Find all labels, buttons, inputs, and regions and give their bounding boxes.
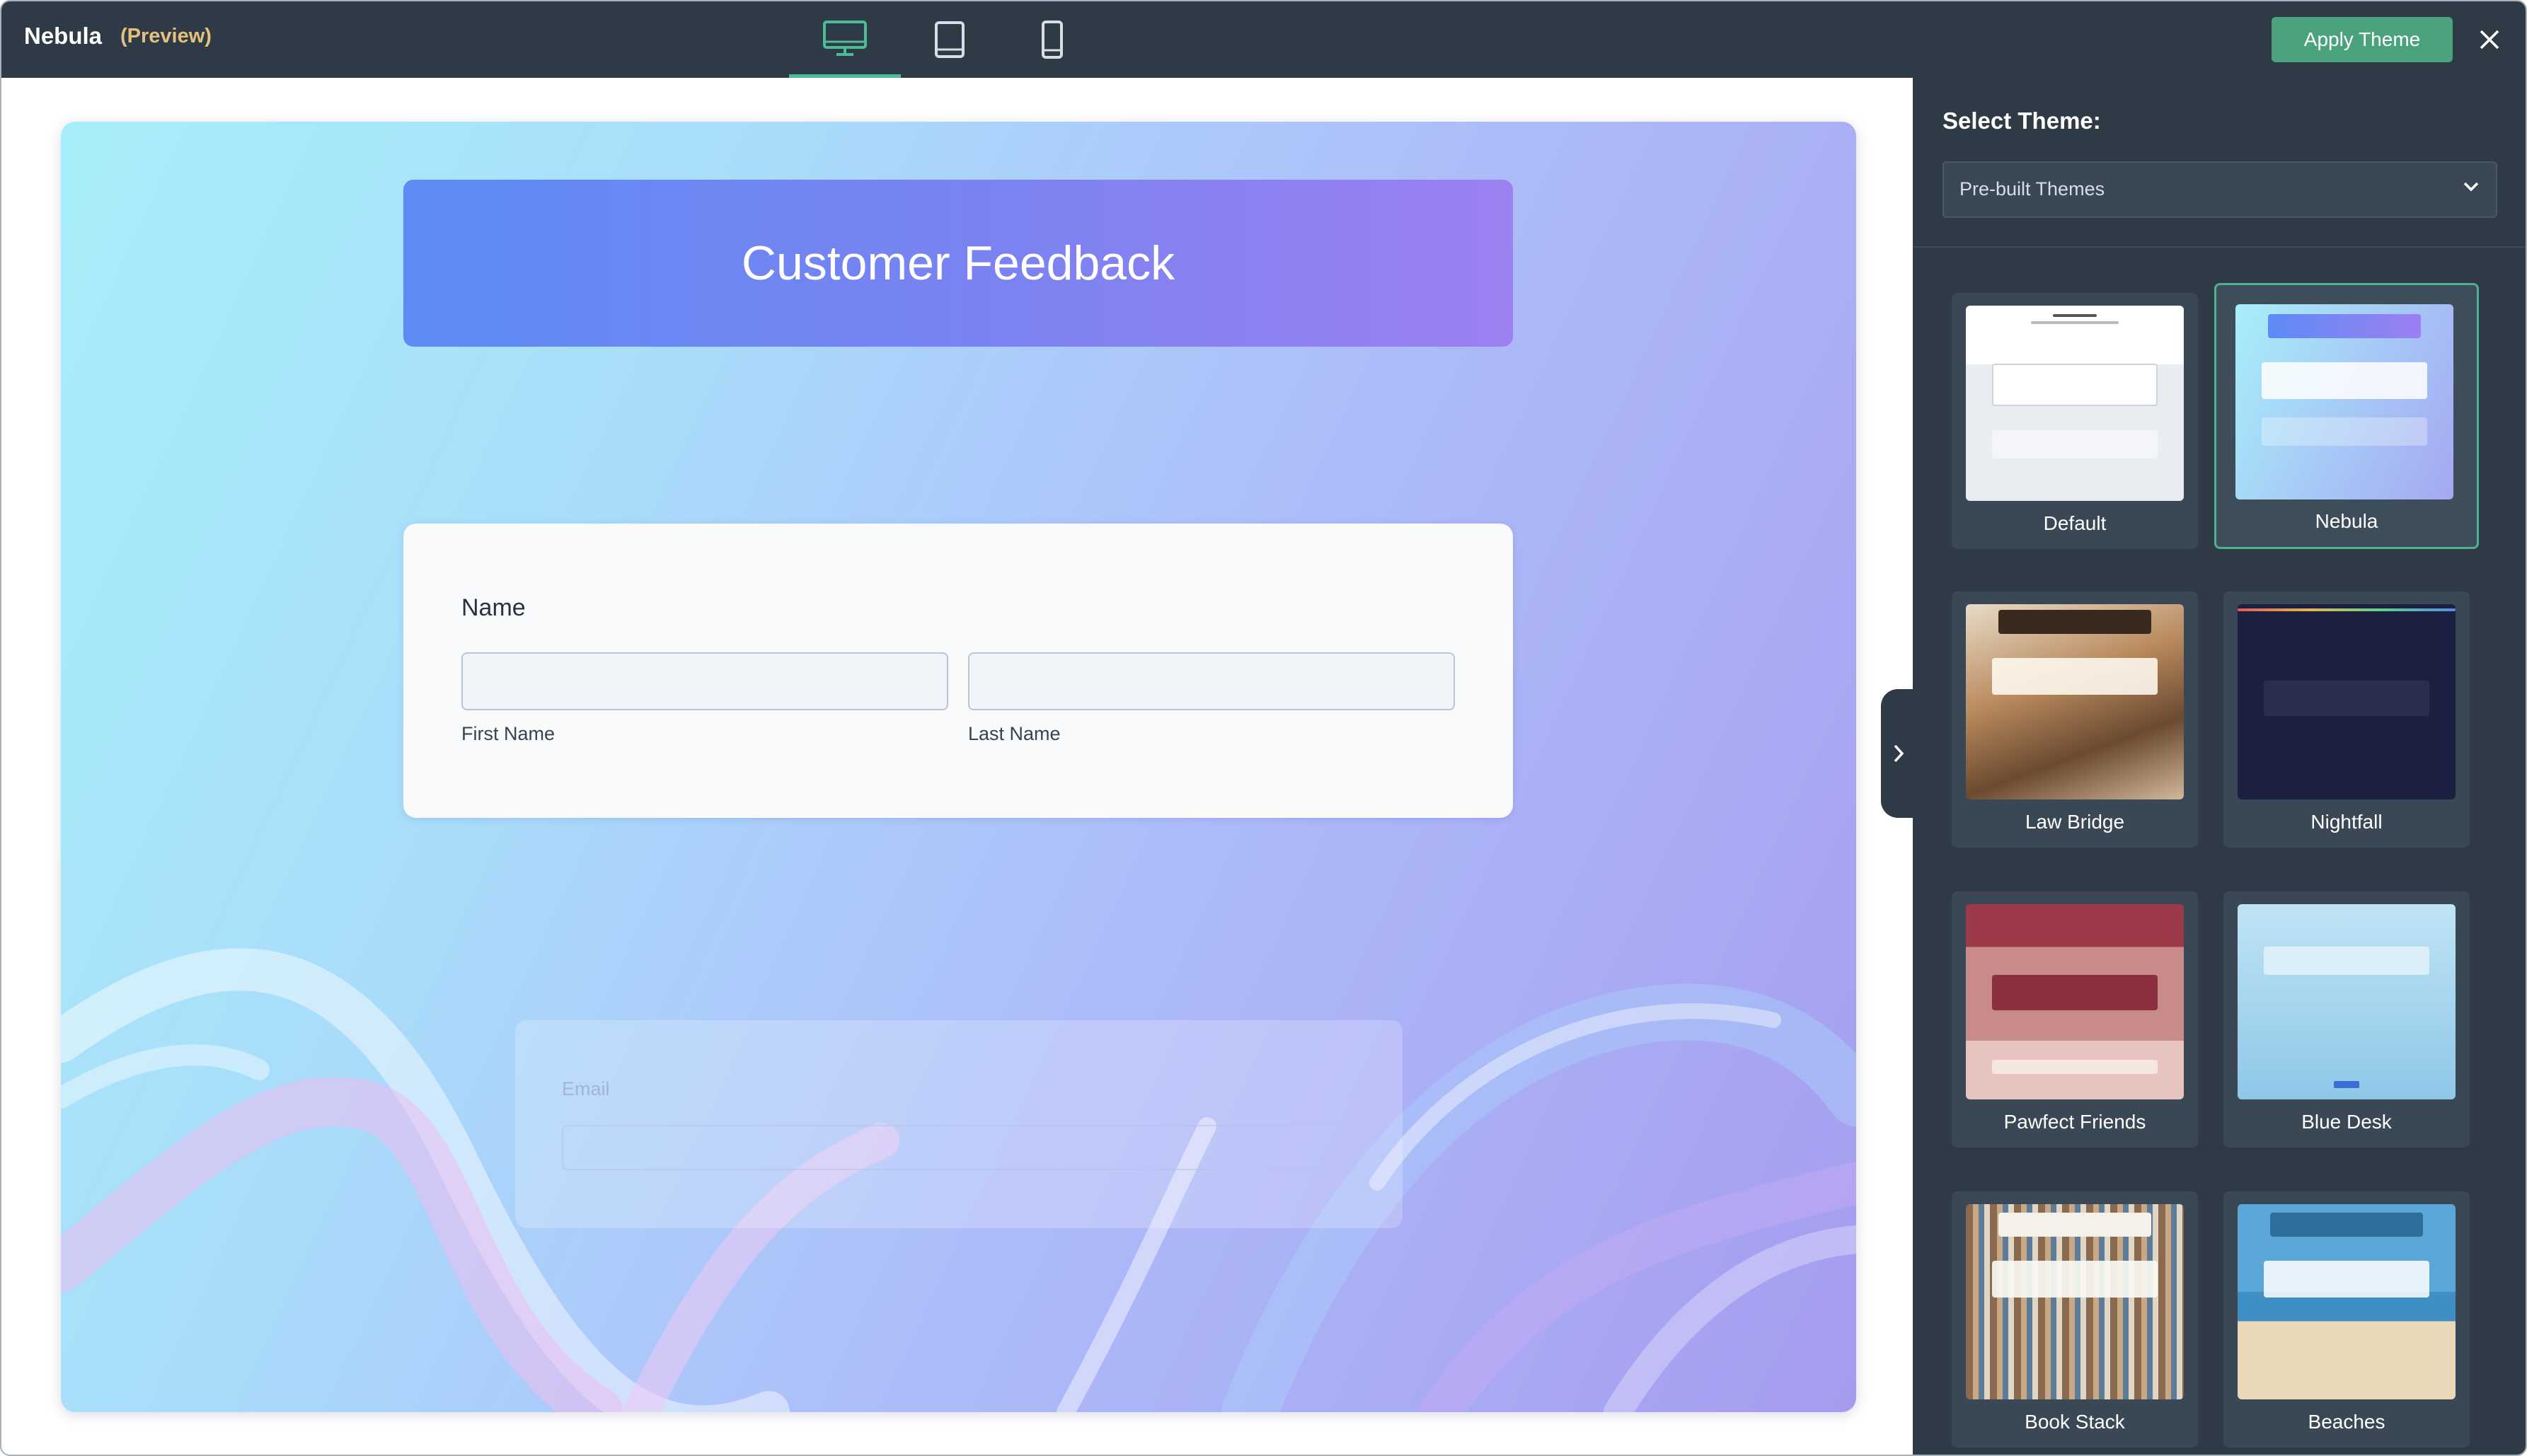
theme-name-pawfect-friends: Pawfect Friends [2003, 1111, 2146, 1133]
top-bar: Nebula (Preview) Apply Theme [1, 1, 2526, 78]
theme-name-default: Default [2043, 512, 2107, 534]
chevron-right-icon [1894, 744, 1904, 763]
theme-thumbnail-blue-desk [2238, 904, 2456, 1099]
theme-thumbnail-beaches [2238, 1204, 2456, 1399]
device-mobile-button[interactable] [1024, 1, 1081, 78]
app-title: Nebula [24, 23, 103, 49]
form-title: Customer Feedback [741, 236, 1175, 290]
first-name-sublabel: First Name [461, 723, 556, 744]
theme-name-nightfall: Nightfall [2310, 811, 2383, 833]
mobile-icon [1042, 21, 1063, 59]
close-button[interactable] [2473, 23, 2506, 57]
theme-card-pawfect-friends[interactable]: Pawfect Friends [1952, 891, 2198, 1148]
theme-thumbnail-default [1966, 306, 2184, 501]
theme-preview-window: Nebula (Preview) Apply Theme Customer Fe… [0, 0, 2527, 1456]
theme-thumbnail-nebula [2235, 304, 2453, 499]
theme-thumbnail-nightfall [2238, 604, 2456, 799]
close-icon [2480, 30, 2499, 50]
first-name-input[interactable] [461, 652, 948, 710]
theme-thumbnail-law-bridge [1966, 604, 2184, 799]
theme-card-beaches[interactable]: Beaches [2223, 1191, 2470, 1448]
theme-thumbnail-pawfect-friends [1966, 904, 2184, 1099]
name-field-card: Name First Name Last Name [403, 524, 1513, 818]
sidebar-divider [1913, 246, 2526, 248]
theme-name-blue-desk: Blue Desk [2301, 1111, 2392, 1133]
form-header-banner: Customer Feedback [403, 180, 1513, 347]
last-name-input[interactable] [968, 652, 1455, 710]
theme-name-beaches: Beaches [2308, 1411, 2385, 1433]
email-field-card: Email [515, 1020, 1403, 1228]
preview-tag: (Preview) [120, 25, 212, 47]
last-name-sublabel: Last Name [968, 723, 1061, 744]
theme-category-select[interactable]: Pre-built Themes [1942, 161, 2497, 218]
select-theme-label: Select Theme: [1942, 108, 2101, 134]
theme-card-law-bridge[interactable]: Law Bridge [1952, 591, 2198, 848]
apply-theme-button[interactable]: Apply Theme [2272, 17, 2453, 62]
theme-card-default[interactable]: Default [1952, 293, 2198, 549]
theme-thumbnail-book-stack [1966, 1204, 2184, 1399]
theme-name-book-stack: Book Stack [2025, 1411, 2125, 1433]
device-tablet-button[interactable] [921, 1, 978, 78]
theme-category-value: Pre-built Themes [1959, 178, 2105, 200]
chevron-down-icon [2463, 182, 2479, 192]
theme-card-nightfall[interactable]: Nightfall [2223, 591, 2470, 848]
form-preview-canvas: Customer Feedback Name First Name Last N… [61, 122, 1856, 1412]
device-desktop-button[interactable] [789, 1, 901, 78]
theme-card-blue-desk[interactable]: Blue Desk [2223, 891, 2470, 1148]
theme-name-law-bridge: Law Bridge [2025, 811, 2125, 833]
theme-card-nebula[interactable]: Nebula [2214, 283, 2479, 549]
theme-card-book-stack[interactable]: Book Stack [1952, 1191, 2198, 1448]
email-input[interactable] [562, 1125, 1357, 1170]
name-label: Name [461, 594, 526, 621]
email-label: Email [562, 1078, 610, 1099]
theme-name-nebula: Nebula [2315, 510, 2378, 532]
tablet-icon [935, 21, 965, 58]
desktop-icon [823, 20, 867, 56]
sidebar-collapse-toggle[interactable] [1881, 689, 1916, 818]
theme-sidebar: Select Theme: Pre-built Themes Default N… [1913, 78, 2526, 1455]
